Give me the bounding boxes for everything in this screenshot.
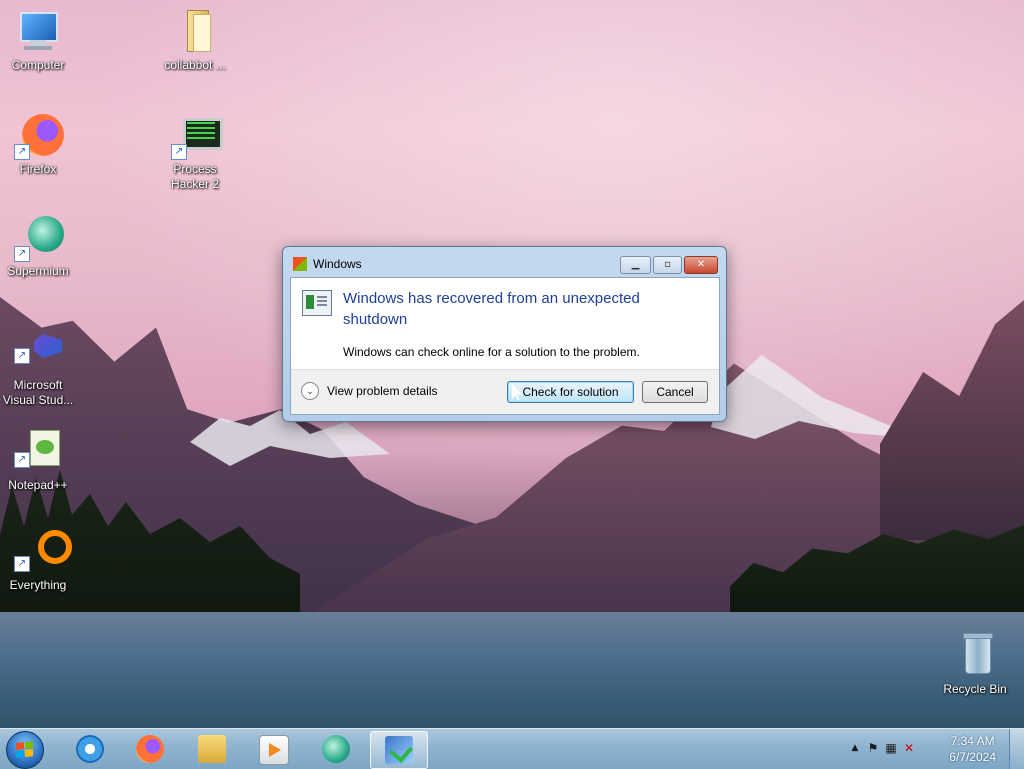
clock-time: 7:34 AM (950, 734, 995, 748)
problem-reports-icon (385, 736, 413, 764)
shortcut-arrow-icon: ↗ (14, 452, 30, 468)
process-hacker-icon: ↗ (171, 112, 223, 160)
desktop-icon-label: Firefox (19, 162, 57, 176)
close-button[interactable]: ✕ (684, 256, 718, 274)
start-button[interactable] (6, 731, 44, 769)
desktop-icon-supermium[interactable]: ↗ Supermium (0, 214, 76, 279)
desktop-icon-label: Everything (9, 578, 67, 592)
shortcut-arrow-icon: ↗ (14, 144, 30, 160)
desktop-icon-process-hacker[interactable]: ↗ Process Hacker 2 (157, 112, 233, 192)
desktop-icon-computer[interactable]: Computer (0, 8, 76, 73)
shortcut-arrow-icon: ↗ (14, 246, 30, 262)
media-player-icon (259, 735, 289, 765)
desktop-icon-collabbot[interactable]: collabbot ... (157, 8, 233, 73)
windows-logo-icon (16, 741, 34, 759)
view-details-label: View problem details (327, 384, 438, 398)
taskbar-item-supermium[interactable] (308, 731, 364, 767)
dialog-message: Windows can check online for a solution … (343, 345, 640, 359)
lake (0, 612, 1024, 728)
internet-explorer-icon (76, 735, 104, 763)
desktop-icon-label: Recycle Bin (943, 682, 1007, 696)
volume-muted-icon[interactable]: ✕ (902, 741, 916, 755)
desktop-icon-everything[interactable]: ↗ Everything (0, 528, 76, 593)
folder-icon (171, 8, 219, 56)
maximize-button[interactable]: ▫ (653, 256, 682, 274)
show-hidden-icons-button[interactable]: ▲ (848, 741, 862, 755)
dialog-titlebar[interactable]: Windows (293, 255, 362, 273)
view-details-toggle[interactable]: ⌄ View problem details (301, 382, 438, 400)
dialog-content: Windows has recovered from an unexpected… (290, 277, 720, 415)
clock-date: 6/7/2024 (949, 750, 996, 764)
shortcut-arrow-icon: ↗ (14, 348, 30, 364)
desktop-icon-visual-studio[interactable]: ↗ Microsoft Visual Stud... (0, 328, 76, 408)
cancel-button[interactable]: Cancel (642, 381, 708, 403)
close-icon: ✕ (696, 259, 706, 270)
recovery-dialog: Windows ▁ ▫ ✕ Windows has recovered from… (282, 246, 727, 422)
maximize-icon: ▫ (664, 259, 671, 270)
chevron-down-icon: ⌄ (301, 382, 319, 400)
supermium-icon (322, 735, 350, 763)
visual-studio-icon: ↗ (14, 328, 62, 376)
desktop: Computer collabbot ... ↗ Firefox ↗ Proce… (0, 0, 1024, 728)
supermium-icon: ↗ (14, 214, 64, 262)
notepadpp-icon: ↗ (14, 428, 62, 476)
taskbar: ▲ ⚑ ▦ ✕ 7:34 AM 6/7/2024 (0, 728, 1024, 769)
shortcut-arrow-icon: ↗ (14, 556, 30, 572)
desktop-icon-label: Microsoft Visual Stud... (2, 378, 74, 407)
desktop-icon-notepadpp[interactable]: ↗ Notepad++ (0, 428, 76, 493)
action-center-flag-icon[interactable]: ⚑ (866, 741, 880, 755)
windows-logo-icon (293, 257, 307, 271)
show-desktop-button[interactable] (1009, 729, 1024, 769)
desktop-icon-label: Process Hacker 2 (170, 162, 220, 191)
dialog-heading: Windows has recovered from an unexpected… (343, 290, 640, 328)
taskbar-clock[interactable]: 7:34 AM 6/7/2024 (949, 733, 996, 765)
file-explorer-icon (198, 735, 226, 763)
desktop-icon-recycle-bin[interactable]: Recycle Bin (937, 632, 1013, 697)
firefox-icon (136, 735, 164, 763)
taskbar-item-internet-explorer[interactable] (62, 731, 118, 767)
minimize-button[interactable]: ▁ (620, 256, 651, 274)
desktop-icon-label: collabbot ... (164, 58, 226, 72)
desktop-icon-label: Computer (11, 58, 65, 72)
recycle-bin-icon (951, 632, 999, 680)
computer-icon (14, 8, 62, 56)
taskbar-item-problem-reports[interactable] (370, 731, 428, 769)
minimize-icon: ▁ (631, 259, 640, 270)
taskbar-item-media-player[interactable] (245, 731, 301, 767)
problem-report-icon (302, 290, 332, 316)
desktop-icon-firefox[interactable]: ↗ Firefox (0, 112, 76, 177)
everything-icon: ↗ (14, 528, 72, 576)
desktop-icon-label: Supermium (7, 264, 69, 278)
taskbar-item-firefox[interactable] (122, 731, 178, 767)
firefox-icon: ↗ (14, 112, 64, 160)
shortcut-arrow-icon: ↗ (171, 144, 187, 160)
network-icon[interactable]: ▦ (884, 741, 898, 755)
desktop-icon-label: Notepad++ (8, 478, 68, 492)
system-tray: ▲ ⚑ ▦ ✕ 7:34 AM 6/7/2024 (844, 729, 1024, 769)
check-for-solution-button[interactable]: Check for solution (507, 381, 634, 403)
taskbar-item-explorer[interactable] (184, 731, 240, 767)
dialog-title: Windows (313, 257, 362, 271)
dialog-footer: ⌄ View problem details Check for solutio… (291, 369, 719, 414)
